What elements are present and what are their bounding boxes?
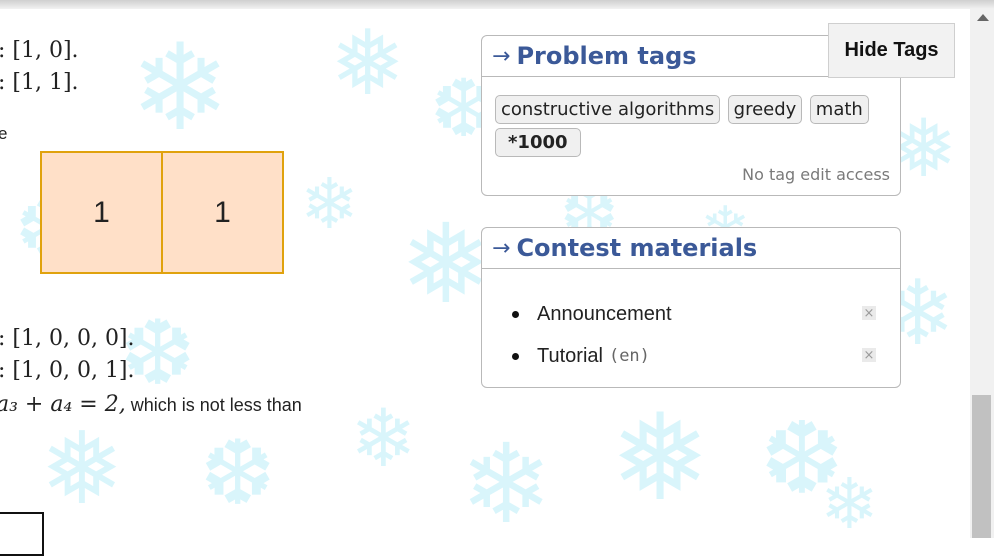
tag-greedy[interactable]: greedy [727,95,803,124]
materials-list: Announcement × Tutorial (en) × [482,269,900,393]
window-top-edge [0,0,994,9]
list-item: Announcement × [512,293,876,335]
example-grid: 1 1 [40,151,284,274]
bullet-icon [512,310,519,318]
tutorial-link[interactable]: Tutorial [537,345,603,368]
grid-cell-partial [0,512,44,556]
explanation-line: a₃ + a₄ = 2, which is not less than [0,392,302,417]
example-array-line-1: : [1, 0]. [0,38,79,63]
bullet-icon [512,352,519,360]
tag-math[interactable]: math [809,95,869,124]
math-expression: a₃ + a₄ = 2, [0,392,126,417]
contest-materials-title: Contest materials [516,234,758,262]
tag-difficulty-rating[interactable]: *1000 [495,128,581,157]
grid-cell: 1 [40,151,163,274]
problem-tags-title: Problem tags [516,42,697,70]
contest-materials-header: → Contest materials [482,228,900,269]
tutorial-language: (en) [608,346,650,366]
example-array-line-2: : [1, 1]. [0,70,79,95]
text-fragment: e [0,124,8,143]
up-arrow-icon[interactable] [977,14,989,21]
right-arrow-icon: → [492,43,511,69]
example-array-line-4: : [1, 0, 0, 1]. [0,358,135,383]
no-tag-edit-access: No tag edit access [742,165,890,184]
explanation-text: which is not less than [125,395,302,415]
right-arrow-icon: → [492,235,511,261]
contest-materials-box: → Contest materials Announcement × Tutor… [481,227,901,388]
list-item: Tutorial (en) × [512,335,876,377]
example-array-line-3: : [1, 0, 0, 0]. [0,326,135,351]
announcement-link[interactable]: Announcement [537,303,672,326]
hide-tags-button[interactable]: Hide Tags [828,23,955,78]
scrollbar-thumb[interactable] [972,395,991,538]
tags-list: constructive algorithms greedy math *100… [482,77,900,161]
close-icon[interactable]: × [862,348,876,363]
grid-cell: 1 [163,151,284,274]
close-icon[interactable]: × [862,306,876,321]
tag-constructive-algorithms[interactable]: constructive algorithms [495,95,721,124]
